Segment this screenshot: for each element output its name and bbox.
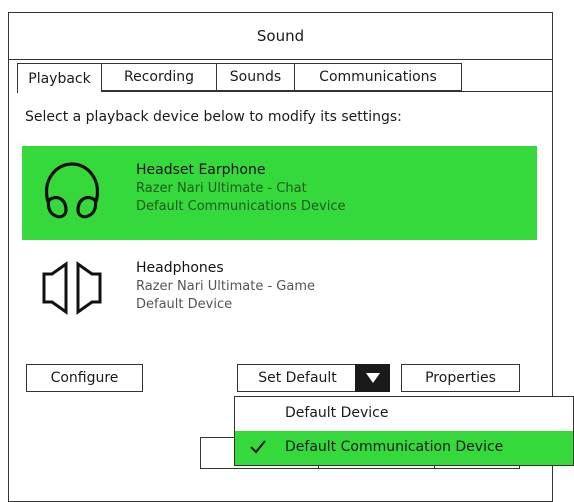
tab-sounds[interactable]: Sounds [216,63,294,91]
device-headphones[interactable]: Headphones Razer Nari Ultimate - Game De… [22,244,537,338]
device-status: Default Device [136,297,233,312]
configure-button[interactable]: Configure [26,364,143,392]
set-default-button[interactable]: Set Default [237,364,357,392]
menu-item-default-communication-device[interactable]: Default Communication Device [235,431,573,465]
device-status: Default Communications Device [136,199,346,214]
device-model: Razer Nari Ultimate - Chat [136,181,307,196]
device-headset-earphone[interactable]: Headset Earphone Razer Nari Ultimate - C… [22,146,537,240]
device-model: Razer Nari Ultimate - Game [136,279,316,294]
tab-bar: Playback Recording Sounds Communications [17,63,462,93]
instruction-text: Select a playback device below to modify… [25,109,402,125]
tab-recording[interactable]: Recording [101,63,216,91]
set-default-dropdown-toggle[interactable] [355,364,390,392]
title-separator [9,59,552,60]
checkmark-icon [249,438,267,456]
set-default-menu: Default Device Default Communication Dev… [234,396,574,466]
device-name: Headset Earphone [136,162,266,178]
tab-underline [101,91,552,92]
chevron-down-icon [365,373,380,383]
tab-communications[interactable]: Communications [294,63,462,91]
dialog-title: Sound [256,27,305,45]
menu-item-default-device[interactable]: Default Device [235,397,573,431]
speaker-icon [40,258,104,318]
tab-playback[interactable]: Playback [17,63,101,93]
properties-button[interactable]: Properties [401,364,520,392]
headset-icon [40,160,104,220]
device-name: Headphones [136,260,224,276]
